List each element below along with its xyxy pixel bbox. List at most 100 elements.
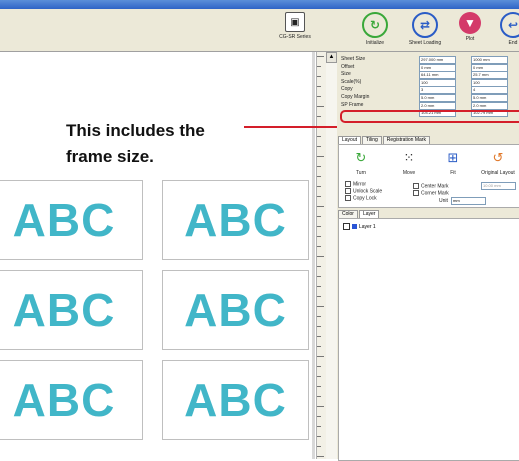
- ruler-tick: [317, 296, 321, 297]
- center-mark-field[interactable]: 10.00 mm: [481, 182, 516, 190]
- ruler-tick: [317, 376, 321, 377]
- abc-label-5[interactable]: ABC: [0, 360, 143, 440]
- unlock-scale-checkbox[interactable]: Unlock Scale: [345, 188, 382, 194]
- fit-label: Fit: [450, 170, 456, 176]
- property-label: Size: [341, 71, 351, 78]
- layer-item[interactable]: Layer 1: [343, 223, 376, 230]
- layout-tools: ↻ Turn ⁙ Move ⊞ Fit ↺ Original Layout Mi…: [338, 144, 519, 208]
- move-button[interactable]: ⁙ Move: [391, 149, 427, 176]
- ruler-tick: [317, 386, 321, 387]
- abc-label-2[interactable]: ABC: [162, 180, 309, 260]
- corner-mark-checkbox[interactable]: Corner Mark: [413, 190, 449, 196]
- ruler-tick: [317, 456, 324, 457]
- ruler-tick: [317, 56, 324, 57]
- ruler-tick: [317, 256, 324, 257]
- ruler-tick: [317, 276, 321, 277]
- layer-visibility-checkbox[interactable]: [343, 223, 350, 230]
- ruler-tick: [317, 206, 324, 207]
- ruler-tick: [317, 236, 321, 237]
- rotate-icon: ↻: [355, 150, 367, 165]
- abc-text: ABC: [184, 374, 287, 426]
- ruler-tick: [317, 106, 324, 107]
- fit-icon: ⊞: [447, 150, 459, 165]
- ruler-tick: [317, 166, 321, 167]
- layer-name: Layer 1: [359, 223, 376, 230]
- device-button[interactable]: ▣ CG-SR Series: [270, 12, 320, 40]
- ruler-tick: [317, 286, 321, 287]
- ruler-tick: [317, 136, 321, 137]
- abc-text: ABC: [12, 284, 116, 336]
- mirror-checkbox[interactable]: Mirror: [345, 181, 366, 187]
- canvas-edge: [312, 52, 315, 459]
- property-label: Scale(%): [341, 78, 362, 85]
- ruler-tick: [317, 96, 321, 97]
- abc-label-6[interactable]: ABC: [162, 360, 309, 440]
- exit-icon: ↩: [500, 12, 519, 38]
- property-label: Offset: [341, 63, 355, 70]
- plot-label: Plot: [465, 36, 475, 42]
- ruler-tick: [317, 356, 324, 357]
- ruler-tick: [317, 116, 321, 117]
- end-label: End: [508, 40, 518, 46]
- toolbar: ▣ CG-SR Series ↻ Initialize ⇄ Sheet Load…: [0, 9, 519, 52]
- end-button[interactable]: ↩ End: [488, 12, 519, 46]
- sp-frame-highlight: [340, 110, 519, 123]
- printer-icon: ▣: [285, 12, 305, 32]
- callout-pointer-line: [244, 126, 340, 128]
- sheet-loading-label: Sheet Loading: [408, 40, 442, 46]
- original-layout-label: Original Layout: [481, 170, 515, 176]
- ruler-tick: [317, 186, 321, 187]
- initialize-button[interactable]: ↻ Initialize: [350, 12, 400, 46]
- swap-icon: ⇄: [412, 12, 438, 38]
- abc-label-1[interactable]: ABC: [0, 180, 143, 260]
- ruler-tick: [317, 266, 321, 267]
- move-icon: ⁙: [403, 150, 415, 165]
- abc-text: ABC: [184, 284, 287, 336]
- ruler-tick: [317, 86, 321, 87]
- abc-text: ABC: [12, 194, 116, 246]
- ruler-tick: [317, 326, 321, 327]
- property-label: Copy: [341, 86, 353, 93]
- abc-label-4[interactable]: ABC: [162, 270, 309, 350]
- unit-select[interactable]: mm: [451, 197, 486, 205]
- abc-text: ABC: [12, 374, 116, 426]
- ruler-tick: [317, 146, 321, 147]
- original-layout-button[interactable]: ↺ Original Layout: [477, 149, 519, 176]
- abc-label-3[interactable]: ABC: [0, 270, 143, 350]
- original-layout-icon: ↺: [492, 150, 504, 165]
- sheet-loading-button[interactable]: ⇄ Sheet Loading: [400, 12, 450, 46]
- ruler-tick: [317, 426, 321, 427]
- window-title-bar: [0, 0, 519, 9]
- ruler-tick: [317, 336, 321, 337]
- refresh-icon: ↻: [362, 12, 388, 38]
- ruler-tick: [317, 366, 321, 367]
- scroll-up-arrow-icon[interactable]: ▲: [326, 52, 337, 63]
- ruler-tick: [317, 416, 321, 417]
- ruler-tick: [317, 66, 321, 67]
- turn-button[interactable]: ↻ Turn: [343, 149, 379, 176]
- vertical-scrollbar[interactable]: [326, 52, 337, 459]
- ruler-tick: [317, 216, 321, 217]
- plot-icon: ▼: [459, 12, 481, 34]
- ruler-tick: [317, 156, 324, 157]
- move-label: Move: [402, 170, 416, 176]
- ruler-tick: [317, 346, 321, 347]
- device-label: CG-SR Series: [279, 34, 311, 40]
- center-mark-checkbox[interactable]: Center Mark: [413, 183, 449, 189]
- property-label: Copy Margin: [341, 94, 370, 100]
- fit-button[interactable]: ⊞ Fit: [435, 149, 471, 176]
- ruler-tick: [317, 246, 321, 247]
- ruler-tick: [317, 396, 321, 397]
- ruler-tick: [317, 306, 324, 307]
- ruler-tick: [317, 196, 321, 197]
- ruler-tick: [317, 446, 321, 447]
- layout-tabs: Layout Tiling Registration Mark: [338, 136, 431, 145]
- abc-text: ABC: [184, 194, 287, 246]
- turn-label: Turn: [355, 170, 367, 176]
- property-label: Sheet Size: [341, 56, 366, 62]
- layer-list: Layer 1: [338, 218, 519, 461]
- unit-label: Unit: [439, 198, 448, 204]
- copy-lock-checkbox[interactable]: Copy Lock: [345, 195, 377, 201]
- ruler-tick: [317, 226, 321, 227]
- ruler-tick: [317, 76, 321, 77]
